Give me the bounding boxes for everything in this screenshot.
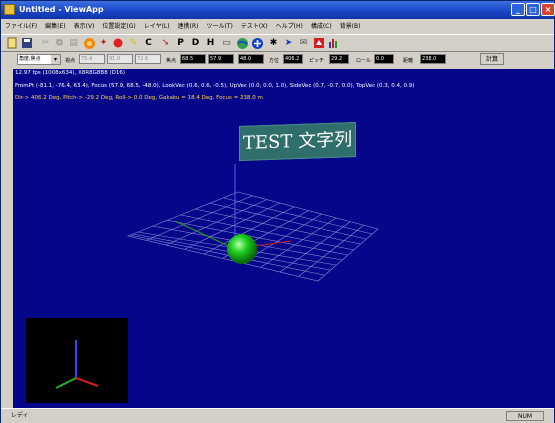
d-letter-icon[interactable]: D: [189, 37, 202, 50]
pitch-field[interactable]: 29.2: [329, 54, 349, 64]
3d-viewport[interactable]: 12.97 fps (1008x634), X8R8G8B8 (D16) Fro…: [13, 69, 555, 408]
maximize-button[interactable]: □: [526, 3, 540, 16]
mode-select[interactable]: 角度,焦点 ▾: [17, 54, 61, 65]
menu-background[interactable]: 背景(B): [336, 20, 365, 33]
focus-y-field[interactable]: 57.9: [208, 54, 234, 64]
menu-edit[interactable]: 編集(E): [41, 20, 69, 33]
new-file-icon[interactable]: [5, 37, 18, 50]
viewpoint-x-field[interactable]: 75.4: [79, 54, 105, 64]
distance-field[interactable]: 238.0: [420, 54, 446, 64]
bar-chart-icon[interactable]: [327, 37, 340, 50]
roll-label: ロール: [356, 58, 372, 64]
pitch-label: ピッチ: [309, 58, 325, 64]
menu-tools[interactable]: ツール(T): [202, 20, 236, 33]
red-dot-icon[interactable]: [111, 37, 124, 50]
scene-text-label[interactable]: TEST 文字列: [239, 121, 356, 162]
arrow-icon[interactable]: ➘: [159, 37, 172, 50]
star-icon[interactable]: ✱: [267, 37, 280, 50]
menu-position[interactable]: 位置設定(G): [98, 20, 139, 33]
pin-icon[interactable]: ✦: [97, 37, 110, 50]
parameter-row: 角度,焦点 ▾ 視点 75.4 91.0 72.6 焦点 68.5 57.9 48…: [1, 52, 554, 68]
focus-x-field[interactable]: 68.5: [180, 54, 206, 64]
p-letter-icon[interactable]: P: [174, 37, 187, 50]
menu-config[interactable]: 構成(C): [307, 20, 336, 33]
menu-help[interactable]: ヘルプ(H): [272, 20, 307, 33]
minimize-button[interactable]: _: [511, 3, 525, 16]
paste-icon[interactable]: ▤: [67, 37, 80, 50]
ground-grid: [127, 191, 379, 282]
globe-icon[interactable]: [236, 37, 249, 50]
green-sphere[interactable]: [227, 234, 257, 264]
viewpoint-z-field[interactable]: 72.6: [135, 54, 161, 64]
focus-z-field[interactable]: 48.0: [238, 54, 264, 64]
calculate-button[interactable]: 計算: [480, 53, 504, 65]
roll-field[interactable]: 0.0: [374, 54, 394, 64]
azimuth-label: 方位: [269, 58, 280, 64]
azimuth-field[interactable]: 406.2: [283, 54, 303, 64]
toolbar: ✂ ⧉ ▤ ✦ ✎ C ➘ P D H ▭ ✱ ➤ ✉: [1, 34, 554, 52]
orange-circle-icon[interactable]: [83, 37, 96, 50]
red-square-icon[interactable]: [312, 37, 325, 50]
axis-gizmo: [26, 318, 128, 403]
pencil-icon[interactable]: ✎: [127, 37, 140, 50]
viewpoint-label: 視点: [65, 58, 76, 64]
pointer-icon[interactable]: ➤: [282, 37, 295, 50]
window-title: Untitled - ViewApp: [19, 5, 104, 14]
viewpoint-y-field[interactable]: 91.0: [107, 54, 133, 64]
menu-layer[interactable]: レイヤ(L): [140, 20, 174, 33]
status-text: レディ: [11, 412, 29, 419]
chevron-down-icon[interactable]: ▾: [51, 55, 60, 64]
h-letter-icon[interactable]: H: [204, 37, 217, 50]
menu-test[interactable]: テスト(X): [237, 20, 272, 33]
menu-link[interactable]: 連携(R): [174, 20, 203, 33]
app-window: Untitled - ViewApp _ □ × ファイル(F) 編集(E) 表示(…: [0, 0, 555, 423]
envelope-icon[interactable]: ✉: [297, 37, 310, 50]
menu-bar: ファイル(F) 編集(E) 表示(V) 位置設定(G) レイヤ(L) 連携(R) ツール(T…: [1, 20, 554, 33]
save-icon[interactable]: [20, 37, 33, 50]
status-bar: レディ NUM: [1, 408, 554, 423]
app-icon: [4, 4, 15, 15]
title-bar: Untitled - ViewApp _ □ ×: [1, 1, 555, 19]
plus-circle-icon[interactable]: [251, 37, 264, 50]
close-button[interactable]: ×: [541, 3, 555, 16]
cut-icon[interactable]: ✂: [39, 37, 52, 50]
c-letter-icon[interactable]: C: [142, 37, 155, 50]
mode-select-value: 角度,焦点: [19, 56, 41, 62]
tv-icon[interactable]: ▭: [220, 37, 233, 50]
focus-label: 焦点: [166, 58, 177, 64]
distance-label: 距離: [403, 58, 414, 64]
numlock-indicator: NUM: [506, 411, 544, 421]
menu-file[interactable]: ファイル(F): [1, 20, 41, 33]
menu-view[interactable]: 表示(V): [70, 20, 99, 33]
copy-icon[interactable]: ⧉: [53, 37, 66, 50]
